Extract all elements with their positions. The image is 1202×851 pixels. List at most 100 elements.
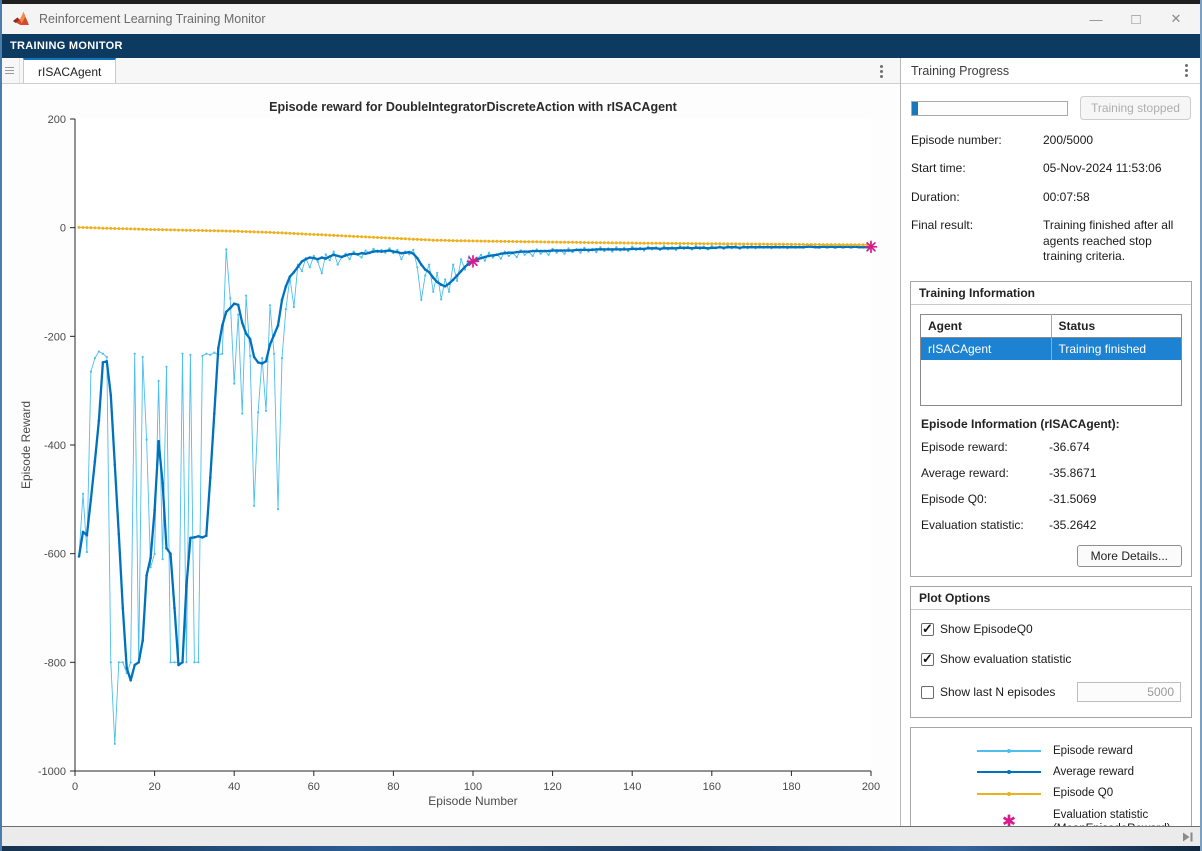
show-evaluation-statistic-row: ✓ Show evaluation statistic <box>920 644 1182 674</box>
chart-canvas: 0204060801001201401601802002000-200-400-… <box>0 84 900 825</box>
svg-text:100: 100 <box>464 781 482 793</box>
svg-text:-200: -200 <box>44 331 66 343</box>
value: 200/5000 <box>1043 133 1191 149</box>
label: Evaluation statistic: <box>921 518 1049 532</box>
final-result-row: Final result: Training finished after al… <box>901 212 1201 272</box>
section-title: Plot Options <box>911 587 1191 610</box>
tab-risacagent[interactable]: rISACAgent <box>23 58 116 83</box>
checkbox-label: Show EpisodeQ0 <box>940 622 1033 636</box>
label: Average reward: <box>921 466 1049 480</box>
document-tab-bar: rISACAgent <box>0 58 900 84</box>
plot-options-section: Plot Options ✓ Show EpisodeQ0 ✓ Show eva… <box>910 586 1192 718</box>
panel-title: Training Progress <box>911 64 1179 78</box>
svg-text:200: 200 <box>862 781 880 793</box>
svg-text:Episode Number: Episode Number <box>428 794 517 808</box>
start-time-row: Start time: 05-Nov-2024 11:53:06 <box>901 155 1201 184</box>
episode-q0-row: Episode Q0: -31.5069 <box>920 486 1182 512</box>
label: Episode Q0: <box>921 492 1049 506</box>
episode-q0-line-swatch <box>977 793 1041 795</box>
duration-row: Duration: 00:07:58 <box>901 183 1201 212</box>
value: 00:07:58 <box>1043 190 1191 206</box>
matlab-logo-icon <box>12 11 30 27</box>
legend-entry-episode-q0: Episode Q0 <box>911 783 1191 804</box>
svg-text:0: 0 <box>72 781 78 793</box>
svg-text:180: 180 <box>782 781 800 793</box>
legend-label: Evaluation statistic (MeanEpisodeReward) <box>1053 808 1171 826</box>
episode-info-title: Episode Information (rISACAgent): <box>921 417 1182 431</box>
toolstrip-tab-training-monitor[interactable]: TRAINING MONITOR <box>0 34 1202 58</box>
more-details-button[interactable]: More Details... <box>1077 545 1182 567</box>
desktop-strip <box>0 846 1202 851</box>
panel-options-kebab-icon[interactable] <box>1179 63 1193 79</box>
value: -36.674 <box>1049 440 1090 454</box>
legend-label: Average reward <box>1053 765 1134 779</box>
legend-entry-average-reward: Average reward <box>911 761 1191 782</box>
label: Start time: <box>911 161 1043 177</box>
value: -35.8671 <box>1049 466 1096 480</box>
svg-text:160: 160 <box>703 781 721 793</box>
document-list-icon[interactable] <box>0 58 20 83</box>
training-progress-panel: Training Progress Training stopped Episo… <box>901 58 1201 826</box>
window-title: Reinforcement Learning Training Monitor <box>39 12 1076 26</box>
app-window: Reinforcement Learning Training Monitor … <box>0 0 1202 851</box>
collapse-panel-icon[interactable] <box>1181 831 1194 843</box>
tab-label: rISACAgent <box>38 65 101 79</box>
checkbox-label: Show last N episodes <box>940 685 1055 699</box>
close-button[interactable]: ✕ <box>1156 5 1196 33</box>
maximize-button[interactable]: □ <box>1116 5 1156 33</box>
legend-label: Episode reward <box>1053 744 1133 758</box>
legend-entry-episode-reward: Episode reward <box>911 740 1191 761</box>
last-n-episodes-input[interactable] <box>1077 682 1181 702</box>
show-last-n-episodes-row: Show last N episodes <box>920 674 1182 710</box>
progress-bar-fill <box>912 102 918 115</box>
tab-options-kebab-icon[interactable] <box>874 63 888 79</box>
svg-text:-1000: -1000 <box>38 766 66 778</box>
show-episodeq0-checkbox[interactable]: ✓ <box>921 623 934 636</box>
svg-text:20: 20 <box>148 781 160 793</box>
value: 05-Nov-2024 11:53:06 <box>1043 161 1191 177</box>
agent-cell: rISACAgent <box>921 337 1052 360</box>
svg-text:80: 80 <box>387 781 399 793</box>
value: Training finished after all agents reach… <box>1043 218 1191 265</box>
episode-number-row: Episode number: 200/5000 <box>901 126 1201 155</box>
show-episodeq0-row: ✓ Show EpisodeQ0 <box>920 614 1182 644</box>
average-reward-row: Average reward: -35.8671 <box>920 460 1182 486</box>
episode-reward-line-swatch <box>977 750 1041 752</box>
svg-text:-600: -600 <box>44 549 66 561</box>
svg-text:Episode reward for DoubleInteg: Episode reward for DoubleIntegratorDiscr… <box>269 100 678 114</box>
col-header-status[interactable]: Status <box>1051 314 1182 337</box>
average-reward-line-swatch <box>977 771 1041 773</box>
svg-text:-400: -400 <box>44 440 66 452</box>
label: Episode number: <box>911 133 1043 149</box>
label: Final result: <box>911 218 1043 265</box>
minimize-button[interactable]: — <box>1076 5 1116 33</box>
training-stopped-button[interactable]: Training stopped <box>1080 96 1191 120</box>
training-information-section: Training Information Agent Status rISACA… <box>910 281 1192 578</box>
table-row-risacagent[interactable]: rISACAgent Training finished <box>921 337 1182 360</box>
show-evaluation-statistic-checkbox[interactable]: ✓ <box>921 653 934 666</box>
svg-text:-800: -800 <box>44 657 66 669</box>
reward-chart: 0204060801001201401601802002000-200-400-… <box>0 84 900 826</box>
svg-text:0: 0 <box>60 223 66 235</box>
episode-reward-row: Episode reward: -36.674 <box>920 434 1182 460</box>
checkbox-label: Show evaluation statistic <box>940 652 1071 666</box>
legend-entry-evaluation-statistic: ✱ Evaluation statistic (MeanEpisodeRewar… <box>911 804 1191 826</box>
value: -35.2642 <box>1049 518 1096 532</box>
chart-legend: Episode reward Average reward Episode Q0 <box>910 727 1192 826</box>
legend-label: Episode Q0 <box>1053 786 1113 800</box>
col-header-agent[interactable]: Agent <box>921 314 1052 337</box>
agents-table: Agent Status rISACAgent Training finishe… <box>920 314 1182 407</box>
svg-text:60: 60 <box>308 781 320 793</box>
status-bar <box>0 826 1202 846</box>
training-progress-bar <box>911 101 1068 116</box>
svg-text:40: 40 <box>228 781 240 793</box>
evaluation-statistic-asterisk-swatch: ✱ <box>977 817 1041 826</box>
evaluation-statistic-row: Evaluation statistic: -35.2642 <box>920 512 1182 538</box>
show-last-n-episodes-checkbox[interactable] <box>921 686 934 699</box>
label: Episode reward: <box>921 440 1049 454</box>
table-empty-area <box>921 360 1182 406</box>
svg-text:120: 120 <box>543 781 561 793</box>
svg-text:Episode Reward: Episode Reward <box>19 401 33 489</box>
value: -31.5069 <box>1049 492 1096 506</box>
title-bar: Reinforcement Learning Training Monitor … <box>0 4 1202 34</box>
